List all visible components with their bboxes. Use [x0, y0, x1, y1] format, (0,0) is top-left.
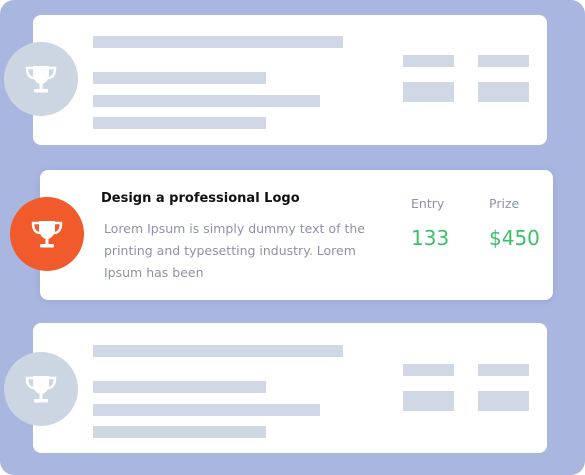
skeleton-value: [478, 82, 529, 102]
entry-label: Entry: [411, 196, 445, 211]
skeleton-label: [403, 364, 454, 376]
trophy-badge-active: [10, 197, 84, 271]
trophy-icon: [25, 376, 57, 403]
entry-count: 133: [411, 226, 450, 250]
skeleton-label: [403, 55, 454, 67]
trophy-icon: [31, 221, 63, 248]
skeleton-line: [93, 404, 320, 416]
skeleton-label: [478, 364, 529, 376]
skeleton-label: [478, 55, 529, 67]
skeleton-line: [93, 36, 343, 48]
trophy-icon: [25, 66, 57, 93]
skeleton-line: [93, 117, 266, 129]
contest-list: Design a professional Logo Lorem Ipsum i…: [0, 0, 585, 475]
skeleton-value: [478, 391, 529, 411]
skeleton-value: [403, 82, 454, 102]
skeleton-line: [93, 95, 320, 107]
trophy-badge: [4, 42, 78, 116]
skeleton-line: [93, 426, 266, 438]
prize-label: Prize: [489, 196, 520, 211]
trophy-badge: [4, 352, 78, 426]
prize-amount: $450: [489, 226, 540, 250]
contest-description: Lorem Ipsum is simply dummy text of the …: [104, 221, 365, 280]
skeleton-line: [93, 381, 266, 393]
contest-title[interactable]: Design a professional Logo: [101, 191, 300, 206]
skeleton-line: [93, 345, 343, 357]
skeleton-value: [403, 391, 454, 411]
skeleton-line: [93, 72, 266, 84]
